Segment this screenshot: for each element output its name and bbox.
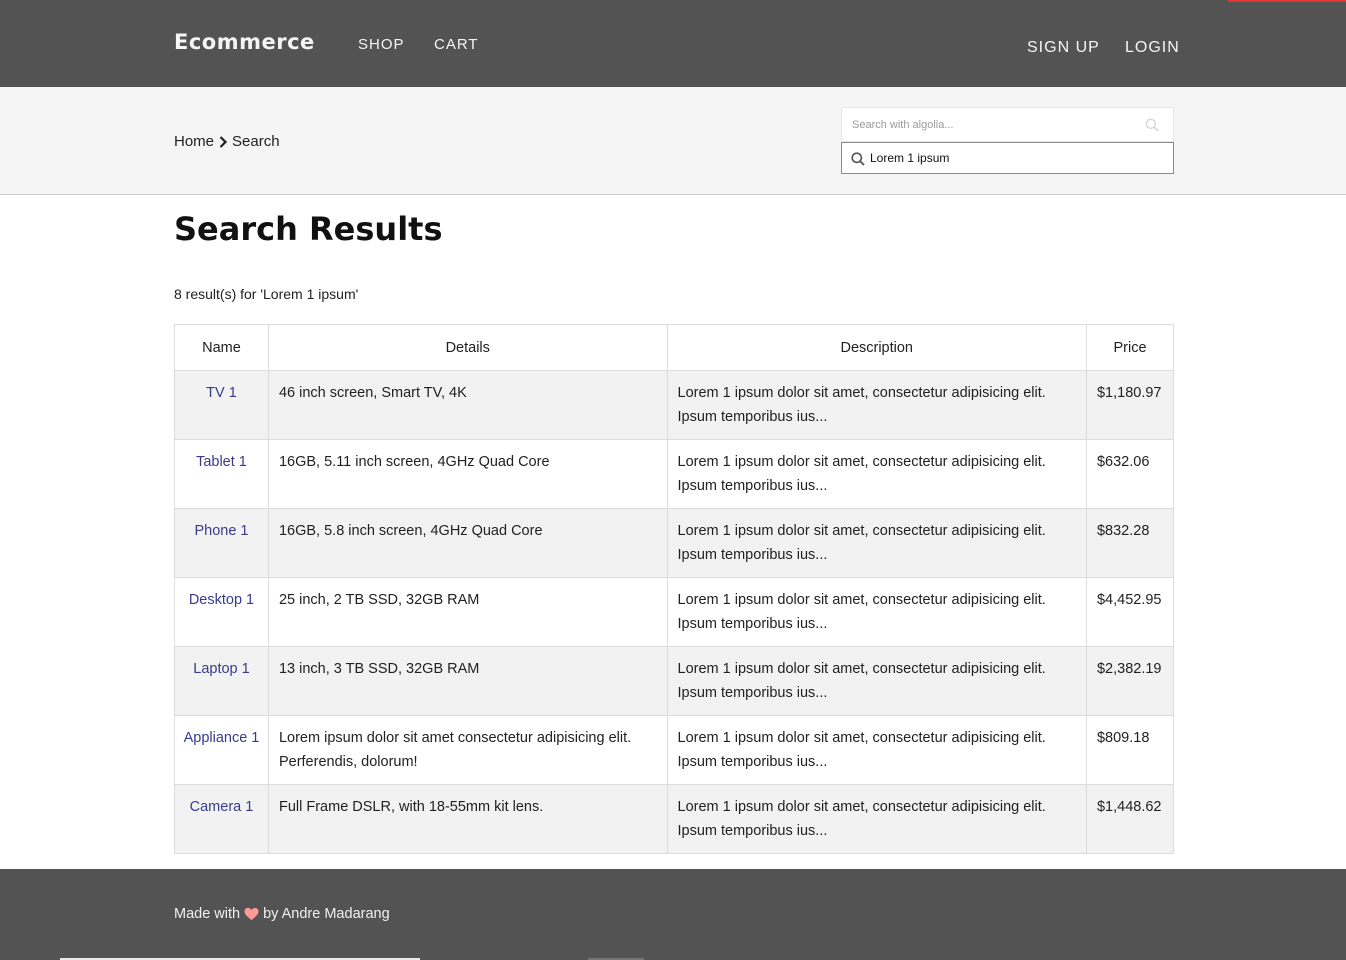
table-row: Laptop 1 13 inch, 3 TB SSD, 32GB RAM Lor… <box>174 646 1175 716</box>
footer-made-with: Made with <box>174 906 241 922</box>
price-cell: $1,448.62 <box>1085 784 1175 854</box>
query-search-box <box>841 142 1174 174</box>
product-link[interactable]: Tablet 1 <box>196 454 247 470</box>
table-header-row: Name Details Description Price <box>174 324 1175 371</box>
column-header-price: Price <box>1085 324 1175 371</box>
price-cell: $832.28 <box>1085 508 1175 578</box>
table-row: Appliance 1 Lorem ipsum dolor sit amet c… <box>174 715 1175 785</box>
price-cell: $4,452.95 <box>1085 577 1175 647</box>
name-cell: Phone 1 <box>174 508 269 578</box>
nav-login-link[interactable]: LOGIN <box>1125 39 1180 57</box>
product-link[interactable]: Desktop 1 <box>189 592 254 608</box>
description-cell: Lorem 1 ipsum dolor sit amet, consectetu… <box>666 577 1087 647</box>
details-cell: 16GB, 5.11 inch screen, 4GHz Quad Core <box>267 439 668 509</box>
price-cell: $1,180.97 <box>1085 370 1175 440</box>
product-link[interactable]: Laptop 1 <box>193 661 249 677</box>
name-cell: TV 1 <box>174 370 269 440</box>
details-cell: 25 inch, 2 TB SSD, 32GB RAM <box>267 577 668 647</box>
description-cell: Lorem 1 ipsum dolor sit amet, consectetu… <box>666 715 1087 785</box>
page-title: Search Results <box>174 210 443 248</box>
name-cell: Tablet 1 <box>174 439 269 509</box>
nav-shop-link[interactable]: SHOP <box>358 36 405 53</box>
column-header-details: Details <box>267 324 668 371</box>
column-header-description: Description <box>666 324 1087 371</box>
query-search-input[interactable] <box>870 143 1170 173</box>
results-table: Name Details Description Price TV 1 46 i… <box>174 324 1175 854</box>
description-cell: Lorem 1 ipsum dolor sit amet, consectetu… <box>666 370 1087 440</box>
product-link[interactable]: Appliance 1 <box>184 730 260 746</box>
name-cell: Desktop 1 <box>174 577 269 647</box>
price-cell: $2,382.19 <box>1085 646 1175 716</box>
search-icon <box>851 152 865 166</box>
product-link[interactable]: TV 1 <box>206 385 237 401</box>
nav-cart-link[interactable]: CART <box>434 36 479 53</box>
top-navbar: Ecommerce SHOP CART SIGN UP LOGIN <box>0 0 1346 87</box>
table-row: Camera 1 Full Frame DSLR, with 18-55mm k… <box>174 784 1175 854</box>
description-cell: Lorem 1 ipsum dolor sit amet, consectetu… <box>666 508 1087 578</box>
price-cell: $809.18 <box>1085 715 1175 785</box>
column-header-name: Name <box>174 324 269 371</box>
breadcrumb-current: Search <box>232 133 280 150</box>
search-icon[interactable] <box>1145 118 1159 132</box>
details-cell: 16GB, 5.8 inch screen, 4GHz Quad Core <box>267 508 668 578</box>
accent-strip <box>1228 0 1346 2</box>
details-cell: 46 inch screen, Smart TV, 4K <box>267 370 668 440</box>
description-cell: Lorem 1 ipsum dolor sit amet, consectetu… <box>666 439 1087 509</box>
nav-signup-link[interactable]: SIGN UP <box>1027 39 1100 57</box>
breadcrumb-home-link[interactable]: Home <box>174 133 214 150</box>
brand-logo-link[interactable]: Ecommerce <box>174 30 315 54</box>
product-link[interactable]: Phone 1 <box>194 523 248 539</box>
chevron-right-icon <box>219 135 228 148</box>
details-cell: Full Frame DSLR, with 18-55mm kit lens. <box>267 784 668 854</box>
table-row: Tablet 1 16GB, 5.11 inch screen, 4GHz Qu… <box>174 439 1175 509</box>
details-cell: 13 inch, 3 TB SSD, 32GB RAM <box>267 646 668 716</box>
table-row: Desktop 1 25 inch, 2 TB SSD, 32GB RAM Lo… <box>174 577 1175 647</box>
breadcrumb: Home Search <box>174 133 280 150</box>
footer: Made with by Andre Madarang <box>0 869 1346 960</box>
name-cell: Camera 1 <box>174 784 269 854</box>
footer-credit: Made with by Andre Madarang <box>174 906 390 922</box>
name-cell: Appliance 1 <box>174 715 269 785</box>
description-cell: Lorem 1 ipsum dolor sit amet, consectetu… <box>666 646 1087 716</box>
algolia-search-box <box>841 107 1174 142</box>
price-cell: $632.06 <box>1085 439 1175 509</box>
description-cell: Lorem 1 ipsum dolor sit amet, consectetu… <box>666 784 1087 854</box>
algolia-search-input[interactable] <box>842 108 1142 141</box>
table-row: Phone 1 16GB, 5.8 inch screen, 4GHz Quad… <box>174 508 1175 578</box>
name-cell: Laptop 1 <box>174 646 269 716</box>
breadcrumb-band: Home Search <box>0 87 1346 195</box>
table-row: TV 1 46 inch screen, Smart TV, 4K Lorem … <box>174 370 1175 440</box>
details-cell: Lorem ipsum dolor sit amet consectetur a… <box>267 715 668 785</box>
heart-icon <box>244 907 259 921</box>
footer-author: by Andre Madarang <box>263 906 390 922</box>
product-link[interactable]: Camera 1 <box>190 799 254 815</box>
result-count: 8 result(s) for 'Lorem 1 ipsum' <box>174 286 359 302</box>
